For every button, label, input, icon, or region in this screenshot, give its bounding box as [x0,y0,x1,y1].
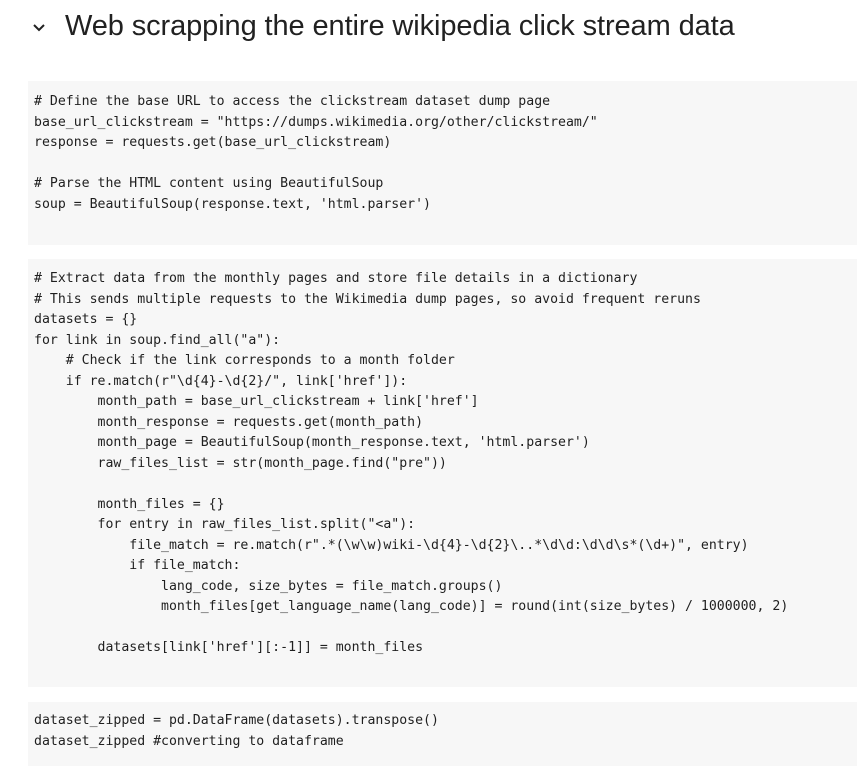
code-content[interactable]: # Extract data from the monthly pages an… [34,269,788,659]
section-title: Web scrapping the entire wikipedia click… [65,9,735,42]
code-content[interactable]: dataset_zipped = pd.DataFrame(datasets).… [34,711,439,752]
section-header[interactable]: Web scrapping the entire wikipedia click… [28,4,735,48]
code-cell-2[interactable]: # Extract data from the monthly pages an… [28,259,857,687]
code-cell-3[interactable]: dataset_zipped = pd.DataFrame(datasets).… [28,702,857,766]
code-cell-1[interactable]: # Define the base URL to access the clic… [28,81,857,245]
chevron-down-icon[interactable] [28,17,50,39]
code-content[interactable]: # Define the base URL to access the clic… [34,92,598,215]
